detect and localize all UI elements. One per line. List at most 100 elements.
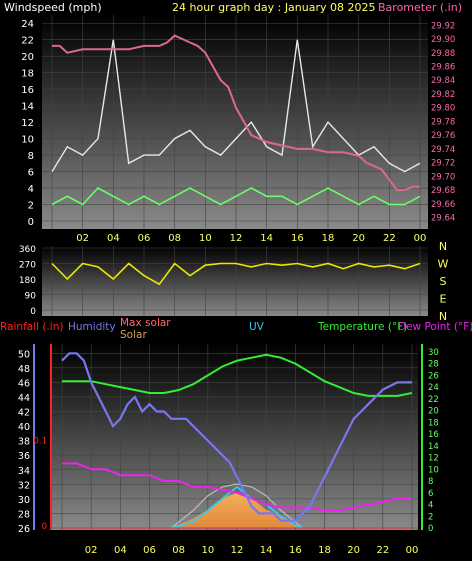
time-tick-label: 16 [289,545,302,556]
barometer-tick-label: 29.92 [431,21,455,31]
panel3-time-ticks: 02 04 06 08 10 12 14 16 18 20 22 00 [85,545,419,556]
time-tick-label: 12 [230,233,243,244]
direction-tick-label: 270 [19,261,36,271]
barometer-ticks: 29.64 29.66 29.68 29.70 29.72 29.74 29.76 29.78… [431,21,455,223]
humidity-tick-label: 36 [18,451,30,462]
barometer-tick-label: 29.88 [431,49,455,59]
temperature-tick-label: 28 [428,360,439,370]
compass-label: E [440,293,447,306]
humidity-tick-label: 48 [18,364,30,375]
barometer-tick-label: 29.78 [431,117,455,127]
time-tick-label: 02 [76,233,89,244]
time-tick-label: 10 [199,233,212,244]
wind-tick-label: 16 [21,85,34,96]
wind-tick-label: 8 [28,151,34,162]
compass-label: S [440,275,447,288]
temperature-tick-label: 4 [428,501,433,511]
time-tick-label: 20 [347,545,360,556]
humidity-tick-label: 32 [18,480,30,491]
rain-ticks: 00.1 [33,437,47,532]
chart-title: 24 hour graph day : January 08 2025 [172,1,376,14]
panel2-background [42,246,428,316]
humidity-tick-label: 44 [18,393,30,404]
time-tick-label: 18 [322,233,335,244]
wind-tick-label: 18 [21,69,34,80]
time-tick-label: 04 [107,233,120,244]
temperature-tick-label: 2 [428,512,433,522]
compass-label: W [438,258,449,271]
temperature-tick-label: 6 [428,489,433,499]
legend-entry: Temperature (°F) [317,321,407,333]
barometer-tick-label: 29.76 [431,131,455,141]
time-tick-label: 22 [376,545,389,556]
time-tick-label: 20 [352,233,365,244]
time-tick-label: 06 [138,233,151,244]
temperature-tick-label: 0 [428,524,433,534]
legend-entry: Humidity [68,321,116,333]
temperature-tick-label: 10 [428,465,439,475]
time-tick-label: 02 [85,545,98,556]
panel1-time-ticks: 02 04 06 08 10 12 14 16 18 20 22 00 [76,233,426,244]
humidity-tick-label: 38 [18,437,30,448]
temperature-tick-label: 14 [428,442,439,452]
wind-tick-label: 6 [28,168,34,179]
legend-entry: Solar [120,329,147,341]
humidity-tick-label: 34 [18,466,30,477]
time-tick-label: 22 [383,233,396,244]
time-tick-label: 08 [172,545,185,556]
barometer-tick-label: 29.86 [431,63,455,73]
wind-tick-label: 0 [28,217,34,228]
time-tick-label: 00 [406,545,419,556]
time-tick-label: 04 [114,545,127,556]
humidity-ticks: 26 28 30 32 34 36 38 40 42 44 46 48 50 [18,349,30,535]
time-tick-label: 10 [201,545,214,556]
wind-barometer-panel: Windspeed (mph) 24 hour graph day : Janu… [4,1,462,244]
legend-entry: Dew Point (°F) [398,321,472,333]
wind-tick-label: 12 [21,118,34,129]
time-tick-label: 14 [260,233,273,244]
direction-tick-label: 180 [19,276,36,286]
wind-tick-label: 20 [21,52,34,63]
humidity-tick-label: 28 [18,509,30,520]
barometer-tick-label: 29.82 [431,90,455,100]
legend-entry: UV [249,321,265,333]
panel3-legend: Rainfall (.in) Humidity Max solarSolar UV Te… [0,317,472,341]
temperature-tick-label: 12 [428,454,439,464]
direction-tick-label: 360 [19,245,36,255]
wind-tick-label: 4 [28,184,34,195]
barometer-tick-label: 29.66 [431,200,455,210]
temp-humidity-solar-panel: Rainfall (.in) Humidity Max solarSolar UV Te… [0,317,472,556]
humidity-tick-label: 26 [18,524,30,535]
wind-direction-panel: 090180270360 NWSEN [19,240,449,323]
temperature-tick-label: 24 [428,383,439,393]
barometer-tick-label: 29.72 [431,159,455,169]
temperature-tick-label: 18 [428,418,439,428]
time-tick-label: 12 [231,545,244,556]
barometer-tick-label: 29.90 [431,35,455,45]
temperature-tick-label: 20 [428,407,439,417]
barometer-tick-label: 29.68 [431,186,455,196]
rain-tick-label: 0.1 [33,437,47,447]
barometer-tick-label: 29.70 [431,172,455,182]
wind-tick-label: 10 [21,135,34,146]
direction-tick-label: 90 [25,292,37,302]
temperature-tick-label: 8 [428,477,433,487]
compass-label: N [439,240,447,253]
wind-axis-title: Windspeed (mph) [4,1,102,14]
time-tick-label: 00 [414,233,427,244]
rain-tick-label: 0 [42,522,47,532]
legend-entry: Max solar [120,317,171,329]
time-tick-label: 16 [291,233,304,244]
humidity-tick-label: 50 [18,349,30,360]
temperature-tick-label: 16 [428,430,439,440]
wind-tick-label: 14 [21,102,34,113]
time-tick-label: 18 [318,545,331,556]
wind-tick-label: 22 [21,36,34,47]
barometer-tick-label: 29.74 [431,145,455,155]
humidity-tick-label: 30 [18,495,30,506]
temperature-tick-label: 30 [428,348,439,358]
direction-ticks: 0 90 180 270 360 [19,245,36,317]
time-tick-label: 08 [168,233,181,244]
legend-entry: Rainfall (.in) [0,321,63,333]
time-tick-label: 06 [143,545,156,556]
